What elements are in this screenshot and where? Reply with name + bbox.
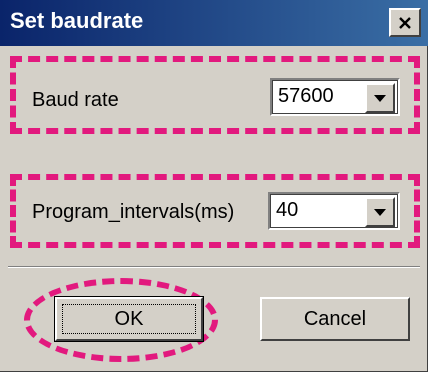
baud-rate-label: Baud rate — [32, 89, 119, 111]
cancel-button-label: Cancel — [303, 307, 367, 330]
focus-rectangle — [62, 304, 196, 334]
program-interval-dropdown-button[interactable] — [365, 197, 395, 227]
baud-rate-select[interactable]: 57600 — [270, 78, 400, 116]
close-icon — [399, 16, 411, 29]
chevron-down-icon — [374, 95, 386, 102]
cancel-button[interactable]: Cancel — [260, 297, 410, 341]
program-interval-select[interactable]: 40 — [268, 192, 400, 230]
baud-rate-dropdown-button[interactable] — [365, 83, 395, 113]
set-baudrate-dialog: Set baudrate Baud rate 57600 Program_int… — [0, 0, 428, 372]
dialog-title: Set baudrate — [10, 8, 144, 33]
baud-rate-value: 57600 — [278, 85, 334, 107]
separator — [8, 266, 420, 268]
program-interval-label: Program_intervals(ms) — [32, 201, 235, 223]
ok-button[interactable]: OK — [54, 296, 204, 342]
program-interval-value: 40 — [276, 199, 299, 221]
chevron-down-icon — [374, 209, 386, 216]
title-bar[interactable]: Set baudrate — [0, 0, 428, 46]
close-button[interactable] — [389, 8, 421, 37]
